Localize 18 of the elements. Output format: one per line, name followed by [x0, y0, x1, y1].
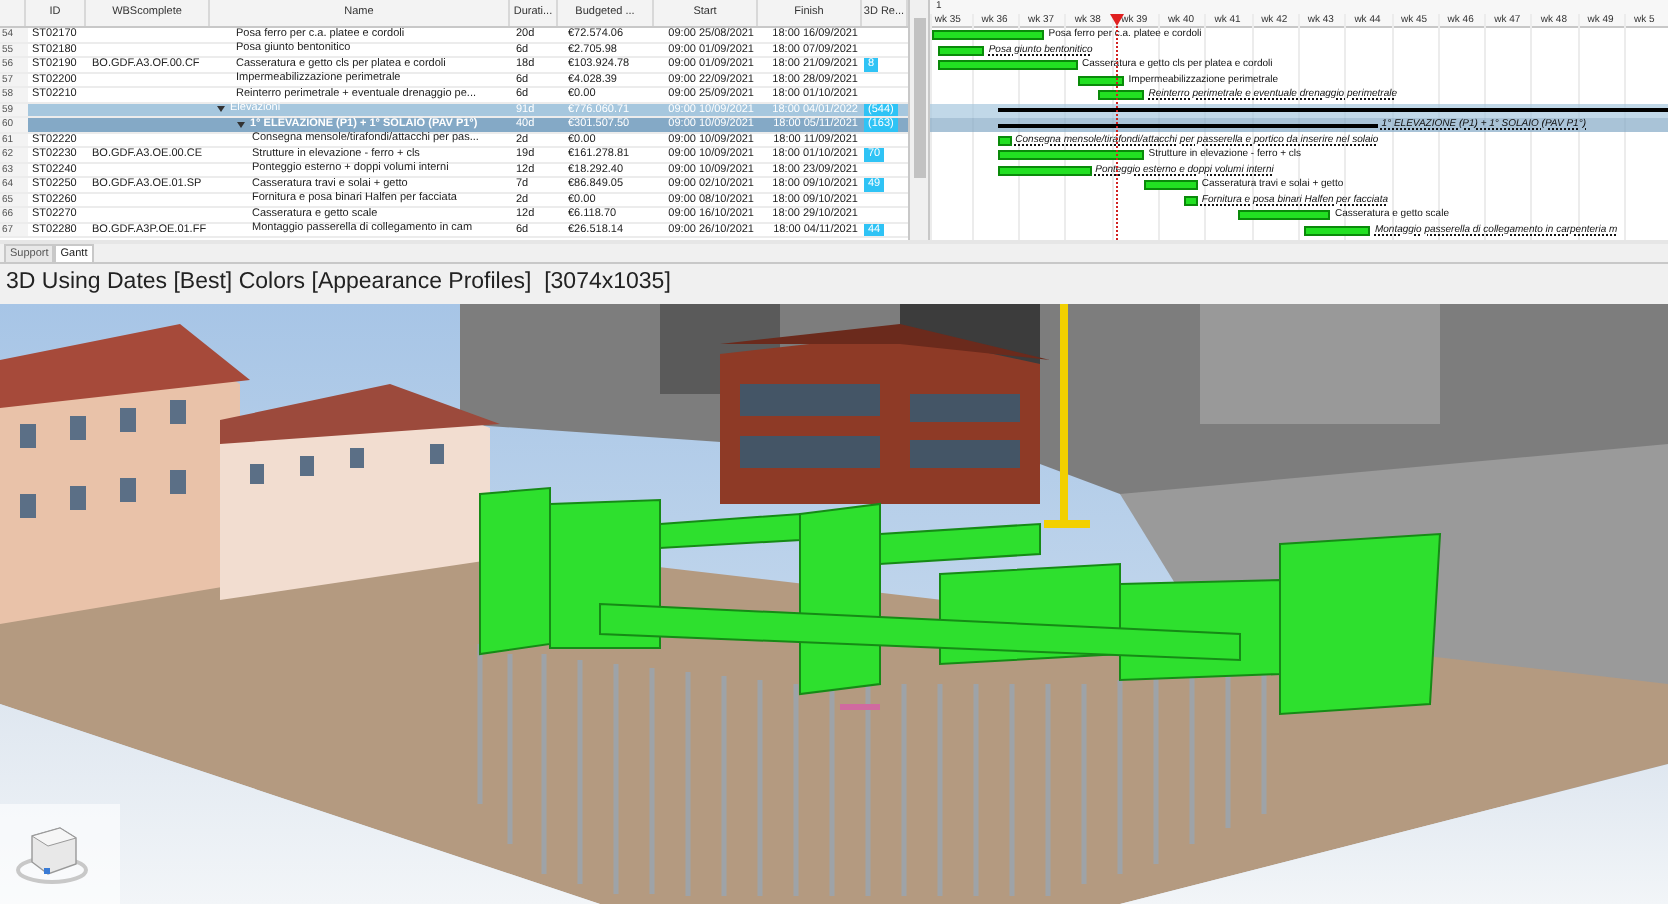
collapse-icon[interactable] — [236, 119, 246, 130]
task-bar[interactable] — [998, 150, 1145, 160]
task-bar[interactable] — [938, 45, 985, 55]
view-title: 3D Using Dates [Best] Colors [Appearance Profiles] [3074x1035] — [6, 268, 671, 299]
task-bar[interactable] — [938, 60, 1078, 70]
task-bar[interactable] — [932, 30, 1045, 40]
selection-marker — [840, 704, 880, 710]
task-bar[interactable] — [998, 135, 1012, 145]
task-bar[interactable] — [1184, 195, 1198, 205]
collapse-icon[interactable] — [216, 104, 226, 115]
task-bar[interactable] — [1304, 225, 1371, 235]
task-bar[interactable] — [1097, 90, 1145, 100]
task-bar[interactable] — [1077, 75, 1125, 85]
vertical-scrollbar[interactable] — [910, 0, 928, 240]
task-bar[interactable] — [998, 165, 1092, 175]
today-marker-icon[interactable] — [1110, 14, 1124, 26]
task-bar[interactable] — [1237, 210, 1331, 220]
task-bar[interactable] — [1144, 180, 1198, 190]
